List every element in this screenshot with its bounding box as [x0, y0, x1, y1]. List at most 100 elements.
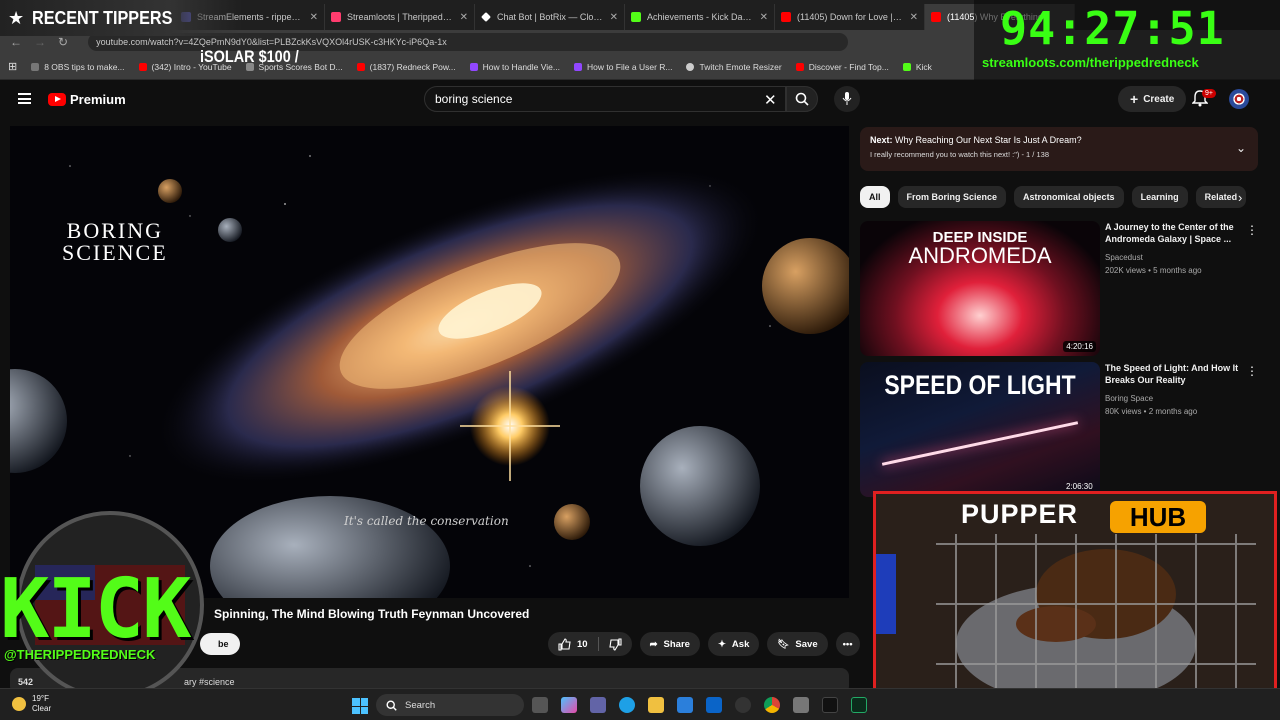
app-icon[interactable] [851, 697, 867, 713]
chip-all[interactable]: All [860, 186, 890, 208]
like-count: 10 [577, 638, 588, 650]
bookmark-favicon [138, 62, 147, 71]
url-text: youtube.com/watch?v=4ZQePmN9dY0&list=PLB… [96, 37, 447, 47]
search-value: boring science [435, 92, 513, 106]
chip-from-channel[interactable]: From Boring Science [897, 186, 1007, 208]
avatar[interactable] [1229, 89, 1249, 109]
file-explorer-icon[interactable] [648, 697, 664, 713]
search-icon [795, 92, 809, 106]
outlook-icon[interactable] [706, 697, 722, 713]
close-icon[interactable]: ✕ [310, 12, 318, 23]
light-streak [881, 421, 1079, 466]
ask-button[interactable]: ✦ Ask [707, 632, 760, 656]
more-vert-icon[interactable]: ⋮ [1246, 223, 1258, 237]
tippers-title: RECENT TIPPERS [32, 7, 173, 28]
bookmark[interactable]: (1837) Redneck Pow... [356, 61, 456, 72]
chip-astronomical-objects[interactable]: Astronomical objects [1014, 186, 1124, 208]
close-icon[interactable]: ✕ [910, 12, 918, 23]
browser-tab[interactable]: Chat Bot | BotRix — Cloud St ✕ [475, 4, 625, 30]
forward-icon[interactable]: → [34, 35, 46, 49]
bookmark-label: Kick [915, 61, 932, 72]
create-label: Create [1143, 93, 1175, 105]
search-button[interactable] [786, 86, 818, 112]
menu-icon[interactable] [18, 93, 31, 104]
weather-widget[interactable]: 19°F Clear [12, 694, 51, 714]
back-icon[interactable]: ← [10, 35, 22, 49]
taskbar-search[interactable]: Search [376, 694, 524, 716]
tip-entry: iSOLAR $100 / [200, 47, 299, 66]
tab-favicon [331, 12, 341, 22]
youtube-logo[interactable]: Premium [48, 92, 126, 107]
obs-icon[interactable] [735, 697, 751, 713]
weather-text: 19°F Clear [32, 694, 51, 714]
like-button[interactable]: 10 [558, 637, 588, 651]
bookmark-favicon [356, 62, 365, 71]
tab-favicon [931, 12, 941, 22]
close-icon[interactable]: ✕ [610, 12, 618, 23]
bookmark[interactable]: Kick [902, 61, 932, 72]
bookmark-label: 8 OBS tips to make... [44, 61, 125, 72]
tab-label: Streamloots | Therippedredn [347, 12, 454, 22]
art-title-line: SCIENCE [62, 240, 168, 265]
browser-tab[interactable]: Streamloots | Therippedredn ✕ [325, 4, 475, 30]
video-thumbnail[interactable]: SPEED OF LIGHT [860, 362, 1100, 497]
more-actions-button[interactable]: ••• [835, 632, 860, 656]
bookmark[interactable]: How to Handle Vie... [469, 61, 560, 72]
recent-tippers-banner: ★ RECENT TIPPERS [0, 0, 242, 36]
kick-logo: KICK [0, 562, 191, 657]
more-vert-icon[interactable]: ⋮ [1246, 364, 1258, 378]
tab-favicon [481, 12, 491, 22]
edge-icon[interactable] [619, 697, 635, 713]
tab-favicon [631, 12, 641, 22]
bookmark[interactable]: 8 OBS tips to make... [31, 61, 125, 72]
save-label: Save [795, 638, 818, 650]
recommended-video[interactable]: DEEP INSIDE ANDROMEDA 4:20:16 A Journey … [860, 221, 1258, 356]
recommended-video[interactable]: SPEED OF LIGHT The Speed of Light: And H… [860, 362, 1258, 497]
store-icon[interactable] [677, 697, 693, 713]
bookmark-label: (1837) Redneck Pow... [369, 61, 456, 72]
chrome-icon[interactable] [764, 697, 780, 713]
task-view-icon[interactable] [532, 697, 548, 713]
search-input[interactable]: boring science [424, 86, 786, 112]
tab-label: Achievements - Kick Dashbo [647, 12, 754, 22]
bookmark[interactable]: Twitch Emote Resizer [686, 61, 782, 72]
share-button[interactable]: ➦ Share [639, 632, 700, 656]
video-title: Spinning, The Mind Blowing Truth Feynman… [214, 607, 530, 621]
clear-search-icon[interactable]: ✕ [764, 91, 777, 109]
filter-chips: All From Boring Science Astronomical obj… [860, 186, 1247, 208]
search-icon [386, 699, 397, 711]
close-icon[interactable]: ✕ [760, 12, 768, 23]
browser-tab[interactable]: (11405) Down for Love | Offic ✕ [775, 4, 925, 30]
thumbs-down-icon[interactable] [608, 637, 622, 651]
chip-learning[interactable]: Learning [1131, 186, 1188, 208]
copilot-icon[interactable] [561, 697, 577, 713]
reload-icon[interactable]: ↻ [58, 35, 68, 49]
hub-badge: HUB [1110, 501, 1206, 533]
bookmark-favicon [686, 62, 695, 71]
bookmark-favicon [31, 62, 40, 71]
bookmark-icon: 🔖︎ [777, 638, 790, 650]
chevron-right-icon[interactable]: › [1238, 190, 1242, 205]
bookmark-label: Twitch Emote Resizer [699, 61, 782, 72]
playlist-next-panel[interactable]: Next: Why Reaching Our Next Star Is Just… [860, 127, 1258, 171]
apps-grid-icon[interactable]: ⊞ [8, 60, 17, 73]
teams-icon[interactable] [590, 697, 606, 713]
video-title: The Speed of Light: And How It Breaks Ou… [1105, 363, 1239, 385]
bookmark-label: Discover - Find Top... [808, 61, 889, 72]
create-button[interactable]: + Create [1118, 86, 1187, 112]
plus-icon: + [1130, 91, 1139, 107]
screen: StreamElements - rippedredn ✕ Streamloots… [0, 0, 1280, 720]
video-meta: 80K views • 2 months ago [1105, 407, 1198, 416]
chevron-down-icon[interactable]: ⌄ [1236, 141, 1246, 155]
terminal-icon[interactable] [822, 697, 838, 713]
settings-icon[interactable] [793, 697, 809, 713]
browser-tab[interactable]: Achievements - Kick Dashbo ✕ [625, 4, 775, 30]
voice-search-button[interactable] [834, 86, 860, 112]
save-button[interactable]: 🔖︎ Save [767, 632, 828, 656]
bookmark[interactable]: Discover - Find Top... [795, 61, 889, 72]
close-icon[interactable]: ✕ [460, 12, 468, 23]
bookmark-label: How to Handle Vie... [482, 61, 560, 72]
bookmark[interactable]: How to File a User R... [573, 62, 672, 72]
windows-start-icon[interactable] [352, 698, 368, 714]
video-thumbnail[interactable]: DEEP INSIDE ANDROMEDA 4:20:16 [860, 221, 1100, 356]
